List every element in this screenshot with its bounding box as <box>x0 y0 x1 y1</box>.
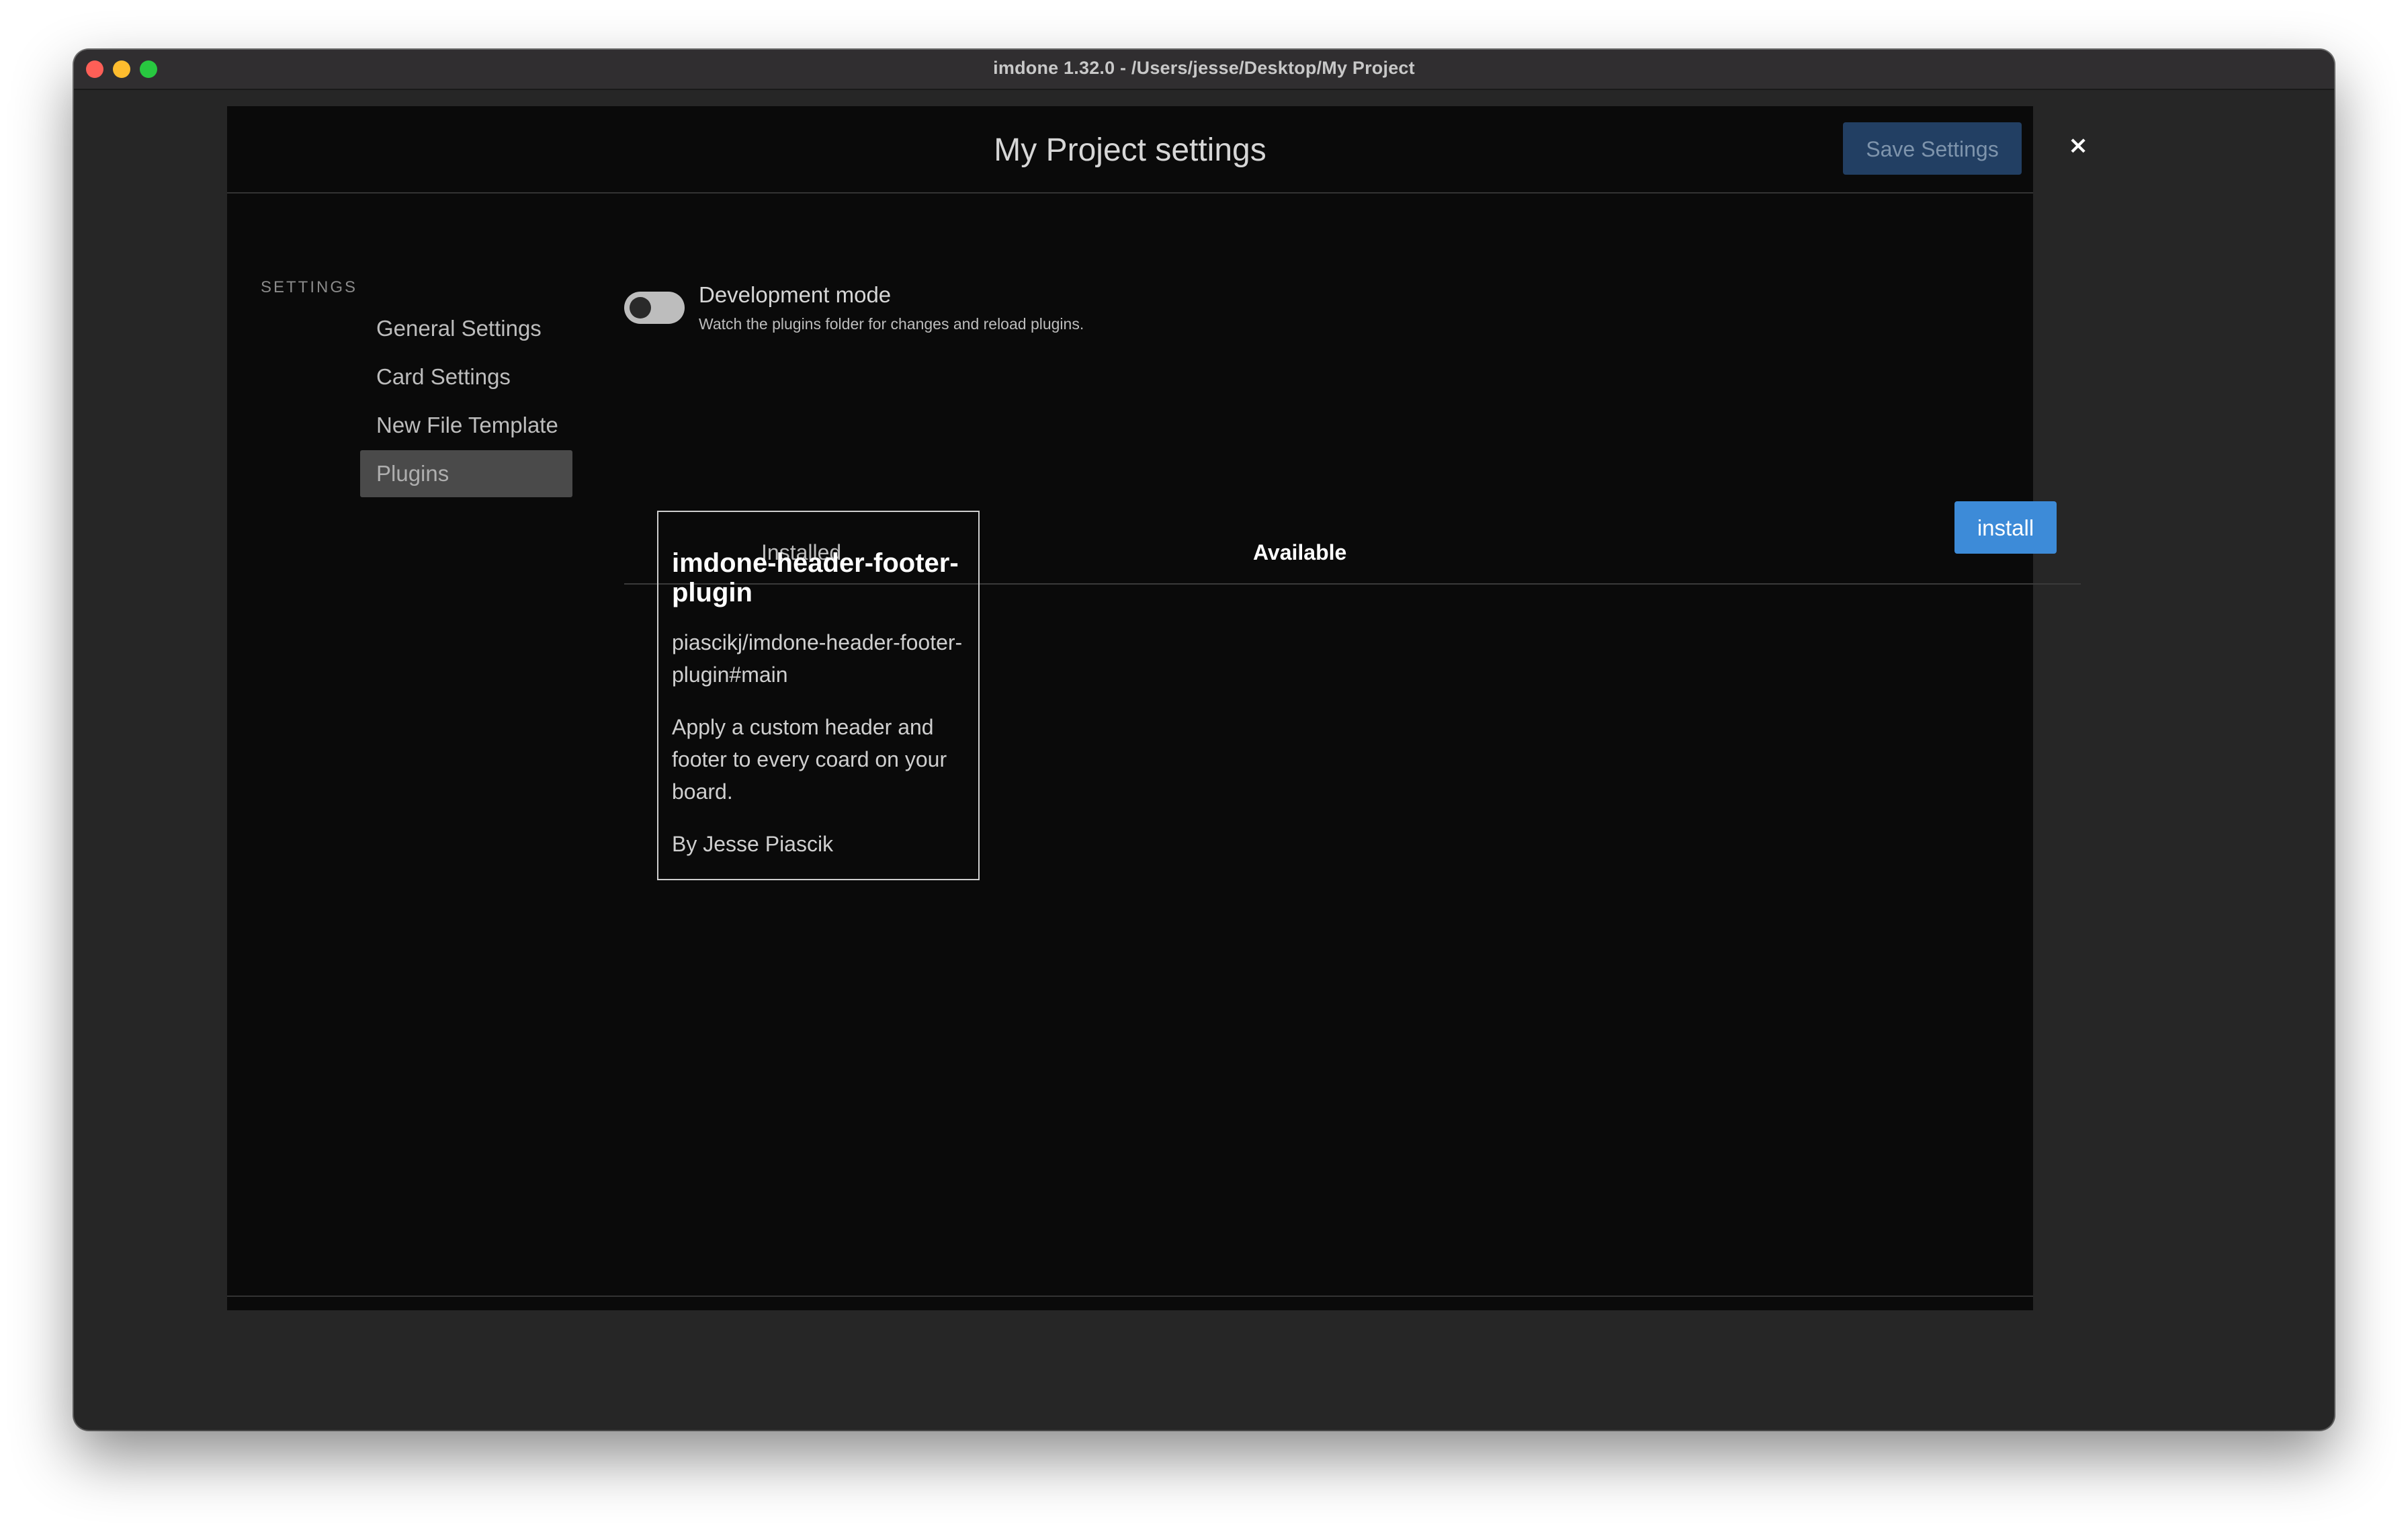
plugin-author: By Jesse Piascik <box>672 832 834 856</box>
sidebar-item-general-settings[interactable]: General Settings <box>360 305 572 352</box>
plugin-repo: piascikj/imdone-header-footer-plugin#mai… <box>672 630 963 687</box>
sidebar-heading: SETTINGS <box>261 278 358 296</box>
plugin-card: imdone-header-footer-plugin piascikj/imd… <box>657 511 980 880</box>
modal-title: My Project settings <box>994 132 1266 168</box>
window-title: imdone 1.32.0 - /Users/jesse/Desktop/My … <box>993 58 1415 78</box>
toggle-knob <box>630 297 651 319</box>
settings-modal: My Project settings Save Settings × SETT… <box>227 106 2088 1310</box>
title-bar: imdone 1.32.0 - /Users/jesse/Desktop/My … <box>74 50 2334 90</box>
plugin-name: imdone-header-footer-plugin <box>672 548 959 607</box>
plugin-description: Apply a custom header and footer to ever… <box>672 715 947 804</box>
development-mode-label: Development mode <box>699 282 892 307</box>
close-icon[interactable]: × <box>2068 132 2088 159</box>
tab-available[interactable]: Available <box>1253 540 1346 565</box>
development-mode-toggle[interactable] <box>624 292 685 324</box>
development-mode-description: Watch the plugins folder for changes and… <box>699 315 1084 333</box>
sidebar-item-card-settings[interactable]: Card Settings <box>360 353 572 400</box>
sidebar-item-plugins[interactable]: Plugins <box>360 450 572 497</box>
install-button[interactable]: install <box>1954 501 2057 554</box>
sidebar-item-new-file-template[interactable]: New File Template <box>360 402 572 449</box>
save-settings-button[interactable]: Save Settings <box>1843 122 2022 175</box>
modal-header: My Project settings Save Settings × <box>227 106 2088 194</box>
modal-footer-divider <box>227 1296 2033 1297</box>
